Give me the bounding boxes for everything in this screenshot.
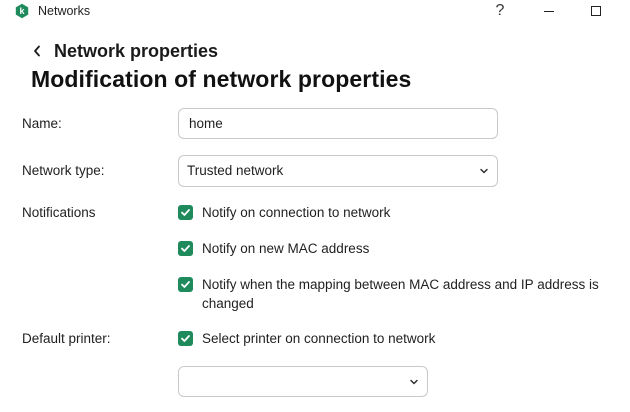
network-type-label: Network type: xyxy=(22,163,105,178)
network-type-value: Trusted network xyxy=(187,163,284,178)
breadcrumb: Network properties xyxy=(30,40,218,62)
printer-select[interactable] xyxy=(178,366,428,397)
name-input[interactable] xyxy=(178,108,498,139)
chevron-down-icon xyxy=(480,168,488,174)
name-label: Name: xyxy=(22,116,62,131)
maximize-icon xyxy=(591,6,601,16)
help-icon: ? xyxy=(495,2,505,19)
window-title: Networks xyxy=(38,4,91,18)
maximize-button[interactable] xyxy=(573,0,619,22)
help-button[interactable]: ? xyxy=(477,0,523,22)
chevron-left-icon xyxy=(34,45,40,57)
chevron-down-icon xyxy=(410,379,418,385)
notify-mapping-checkbox[interactable]: Notify when the mapping between MAC addr… xyxy=(178,276,622,313)
select-printer-label: Select printer on connection to network xyxy=(202,331,436,346)
notify-mac-checkbox[interactable]: Notify on new MAC address xyxy=(178,240,622,258)
checkbox-checked-icon xyxy=(178,241,193,256)
breadcrumb-label[interactable]: Network properties xyxy=(54,41,218,62)
checkbox-checked-icon xyxy=(178,277,193,292)
title-bar: k Networks ? xyxy=(0,0,630,24)
checkbox-checked-icon xyxy=(178,331,193,346)
notify-connection-label: Notify on connection to network xyxy=(202,205,391,220)
kaspersky-logo-icon: k xyxy=(15,3,29,19)
back-button[interactable] xyxy=(30,41,44,61)
notifications-label: Notifications xyxy=(22,205,96,220)
default-printer-label: Default printer: xyxy=(22,331,111,346)
page-title: Modification of network properties xyxy=(31,66,412,92)
notify-mac-label: Notify on new MAC address xyxy=(202,241,370,256)
checkbox-checked-icon xyxy=(178,205,193,220)
minimize-icon xyxy=(544,10,554,12)
select-printer-checkbox[interactable]: Select printer on connection to network xyxy=(178,330,622,348)
notify-connection-checkbox[interactable]: Notify on connection to network xyxy=(178,204,622,222)
notify-mapping-label: Notify when the mapping between MAC addr… xyxy=(202,277,599,311)
minimize-button[interactable] xyxy=(526,0,572,22)
network-type-select[interactable]: Trusted network xyxy=(178,155,498,187)
